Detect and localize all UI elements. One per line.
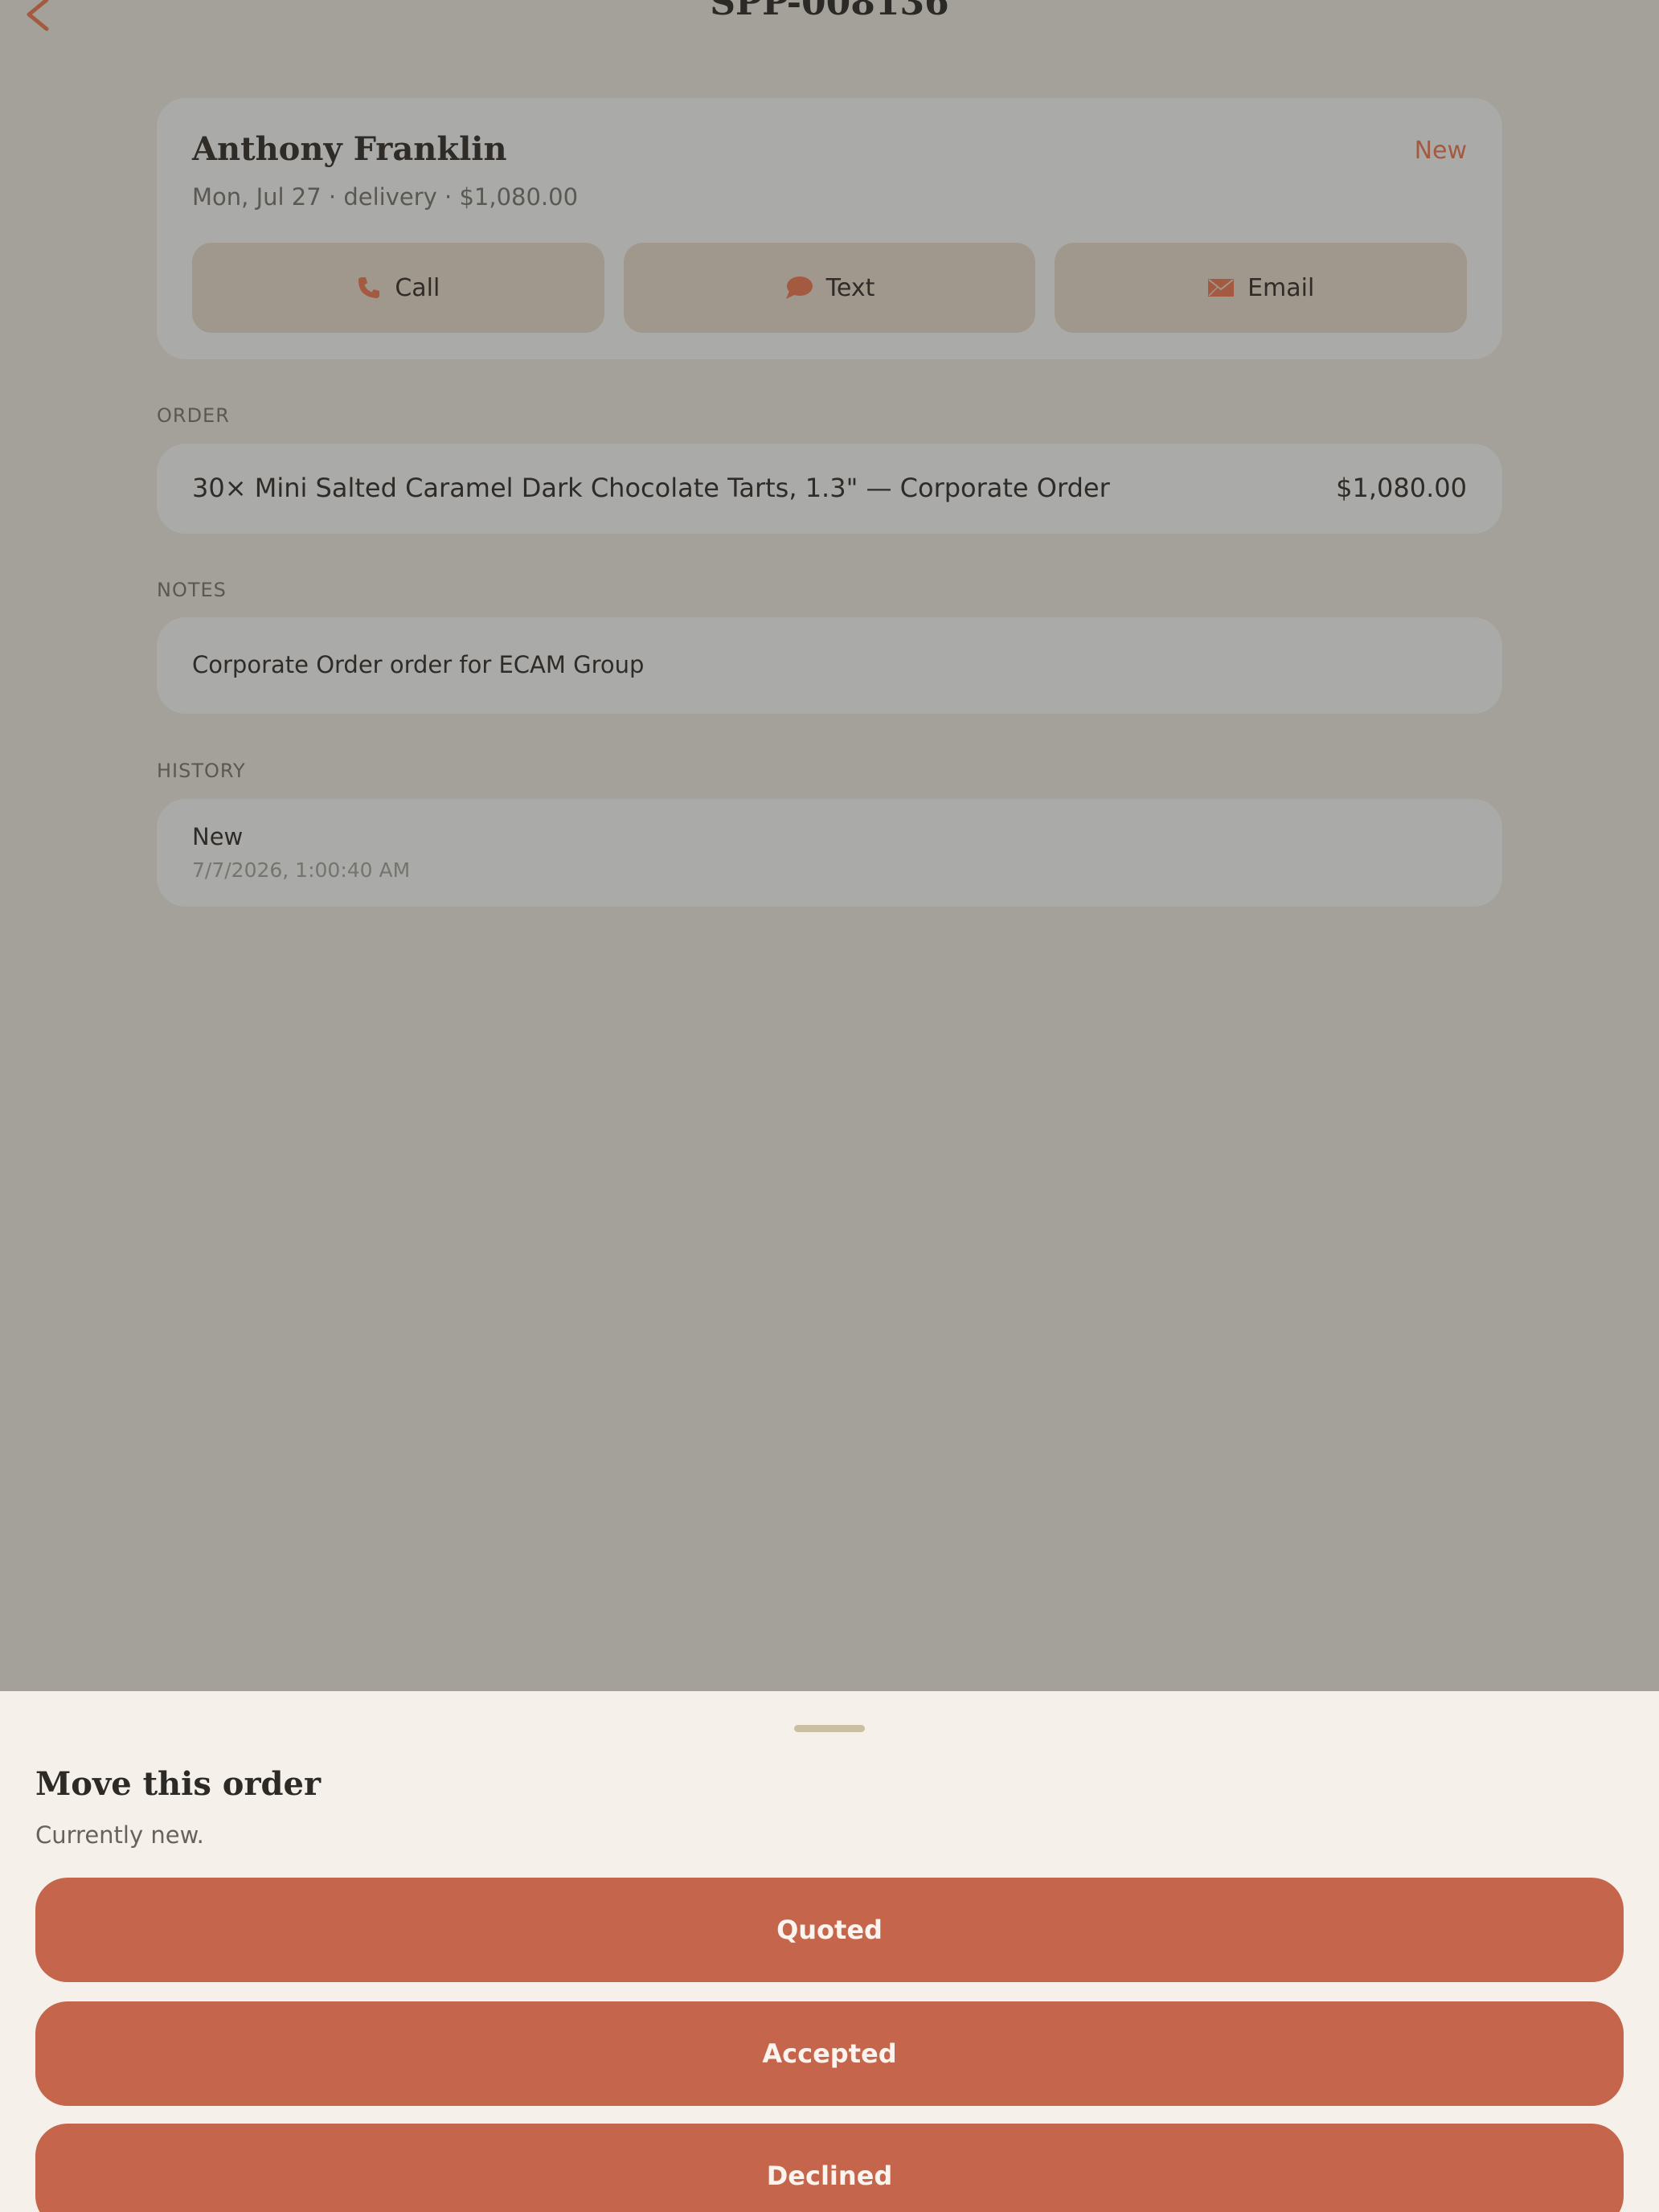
call-button[interactable]: Call [192,243,604,333]
order-section-label: ORDER [157,404,230,427]
order-summary: Mon, Jul 27 · delivery · $1,080.00 [192,183,579,211]
history-entry-status: New [192,823,244,850]
order-price: $1,080.00 [1336,473,1467,503]
history-entry-time: 7/7/2026, 1:00:40 AM [192,858,411,882]
chat-bubble-icon [785,276,813,299]
contact-actions: Call Text Email [192,243,1468,333]
sheet-grabber[interactable] [794,1725,865,1732]
sheet-subtitle: Currently new. [35,1821,204,1849]
order-item: 30× Mini Salted Caramel Dark Chocolate T… [192,473,1110,503]
order-card: 30× Mini Salted Caramel Dark Chocolate T… [157,444,1502,534]
customer-name: Anthony Franklin [192,130,507,168]
email-button[interactable]: Email [1055,243,1468,333]
accepted-button[interactable]: Accepted [35,2001,1624,2106]
customer-card: Anthony Franklin New Mon, Jul 27 · deliv… [157,98,1502,359]
notes-card: Corporate Order order for ECAM Group [157,617,1502,714]
call-label: Call [395,273,440,302]
declined-button[interactable]: Declined [35,2124,1624,2212]
notes-section-label: NOTES [157,579,227,601]
phone-icon [358,277,380,298]
text-label: Text [825,273,875,302]
email-label: Email [1247,273,1315,302]
page-title: SPP-008136 [710,0,949,23]
order-detail-page: SPP-008136 Anthony Franklin New Mon, Jul… [0,0,1659,1691]
status-badge: New [1414,137,1467,165]
move-order-sheet: Move this order Currently new. Quoted Ac… [0,1691,1659,2212]
text-button[interactable]: Text [623,243,1036,333]
history-section-label: HISTORY [157,760,246,782]
history-card: New 7/7/2026, 1:00:40 AM [157,799,1502,907]
sheet-title: Move this order [35,1765,322,1803]
notes-text: Corporate Order order for ECAM Group [192,651,645,678]
envelope-icon [1208,279,1235,297]
quoted-button[interactable]: Quoted [35,1878,1624,1982]
